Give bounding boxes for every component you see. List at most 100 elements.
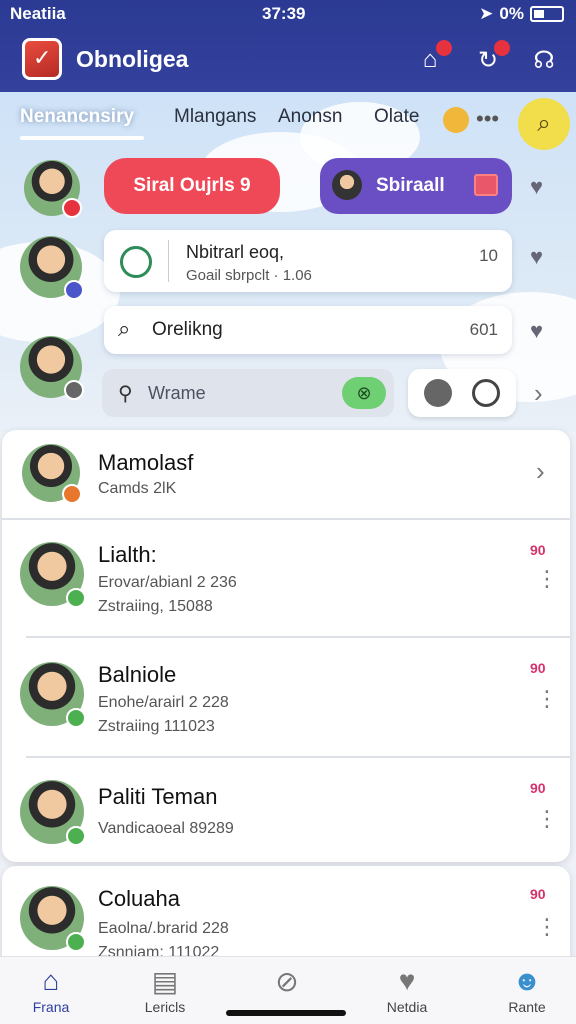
contact-sub: Enohe/arairl 2 228	[98, 694, 229, 711]
nav-media[interactable]: ♥ Netdia	[362, 965, 452, 1015]
filter-button[interactable]	[424, 379, 452, 407]
contact-name: Paliti Teman	[98, 784, 218, 809]
clock: 37:39	[262, 4, 306, 23]
status-right: ➤ 0%	[479, 4, 564, 24]
avatar[interactable]	[20, 236, 84, 300]
go-button[interactable]: ⊗	[342, 377, 386, 409]
divider	[2, 518, 570, 520]
avatar[interactable]	[20, 780, 86, 846]
contact-sub: Zstraiing, 15088	[98, 598, 213, 615]
search-input[interactable]: ⚲ Wrame ⊗	[102, 369, 394, 417]
result-label: Orelikng	[152, 319, 223, 340]
chat-icon: ☊	[533, 46, 555, 74]
heart-icon[interactable]: ♥	[530, 174, 543, 200]
message-card[interactable]: Nbitrarl eoq, Goail sbrpclt · 1.06 10	[104, 230, 512, 292]
search-placeholder: Wrame	[148, 383, 206, 403]
avatar	[332, 170, 362, 200]
contact-list: Mamolasf Camds 2lK › Lialth: Erovar/abia…	[2, 430, 570, 862]
more-vertical-icon[interactable]: ⋮	[536, 688, 558, 710]
more-vertical-icon[interactable]: ⋮	[536, 568, 558, 590]
avatar[interactable]	[22, 444, 82, 504]
control-group	[408, 369, 516, 417]
tab-item[interactable]: Anonsn	[278, 106, 342, 128]
app-title: Obnoligea	[76, 46, 189, 72]
purple-chip-label: Sbiraall	[376, 175, 445, 196]
red-chip-button[interactable]: Siral Oujrls 9	[104, 158, 280, 214]
contact-name: Lialth:	[98, 542, 157, 567]
battery-icon	[530, 6, 564, 22]
unread-count: 90	[530, 660, 546, 676]
status-bar: Neatiia 37:39 ➤ 0%	[0, 0, 576, 28]
home-button[interactable]: ⌂	[412, 40, 452, 78]
more-vertical-icon[interactable]: ⋮	[536, 808, 558, 830]
avatar[interactable]	[20, 336, 84, 400]
status-dot	[64, 380, 84, 400]
message-title: Nbitrarl eoq,	[186, 242, 285, 262]
contact-sub: Zstraiing 111023	[98, 718, 215, 735]
avatar[interactable]	[20, 542, 86, 608]
nav-center[interactable]: ⊘	[242, 965, 332, 999]
contact-name: Balniole	[98, 662, 177, 687]
nav-lists[interactable]: ▤ Lericls	[120, 965, 210, 1015]
card-icon	[474, 174, 498, 196]
avatar[interactable]	[20, 662, 86, 728]
search-result-card[interactable]: ⌕ Orelikng 601	[104, 306, 512, 354]
status-dot	[66, 826, 86, 846]
divider	[168, 240, 169, 282]
block-icon: ⊘	[275, 966, 299, 997]
carrier-label: Neatiia	[10, 4, 66, 23]
contact-name: Coluaha	[98, 886, 180, 911]
status-dot	[62, 198, 82, 218]
heart-icon[interactable]: ♥	[530, 244, 543, 270]
nav-label: Frana	[32, 999, 70, 1015]
search-button[interactable]: ⌕	[518, 98, 570, 150]
app-header: Neatiia 37:39 ➤ 0% Obnoligea ⌂ ↻ ☊	[0, 0, 576, 92]
home-indicator[interactable]	[226, 1010, 346, 1016]
contact-sub: Erovar/abianl 2 236	[98, 574, 237, 591]
ring-icon	[120, 246, 152, 278]
status-dot	[64, 280, 84, 300]
heart-icon: ♥	[398, 965, 416, 996]
chevron-right-icon[interactable]: ›	[536, 456, 545, 487]
nav-label: Rante	[508, 999, 546, 1015]
tab-active[interactable]: Nenancnsiry	[20, 106, 134, 128]
nav-home[interactable]: ⌂ Frana	[6, 965, 96, 1015]
notification-badge	[494, 40, 510, 56]
status-dot	[66, 932, 86, 952]
message-count: 10	[479, 246, 498, 265]
tab-indicator	[20, 136, 144, 140]
unread-count: 90	[530, 542, 546, 558]
divider	[26, 756, 570, 758]
avatar[interactable]	[24, 160, 82, 218]
status-dot	[66, 588, 86, 608]
heart-icon[interactable]: ♥	[530, 318, 543, 344]
info-button[interactable]	[472, 379, 500, 407]
contact-sub: Eaolna/.brarid 228	[98, 920, 229, 937]
refresh-button[interactable]: ↻	[470, 40, 510, 78]
unread-count: 90	[530, 780, 546, 796]
search-icon: ⌕	[118, 316, 131, 341]
purple-chip-button[interactable]: Sbiraall	[320, 158, 512, 214]
divider	[26, 636, 570, 638]
message-subtitle: Goail sbrpclt · 1.06	[186, 267, 312, 284]
contact-name: Mamolasf	[98, 450, 194, 475]
search-icon: ⌕	[537, 110, 551, 137]
chat-button[interactable]: ☊	[526, 42, 562, 78]
nav-profile[interactable]: ☻ Rante	[482, 965, 572, 1015]
nav-label: Netdia	[386, 999, 428, 1015]
chevron-right-icon[interactable]: ›	[534, 378, 543, 409]
location-icon: ➤	[479, 4, 494, 23]
contact-sub: Vandicaoeal 89289	[98, 820, 234, 837]
profile-icon: ☻	[512, 965, 542, 996]
emoji-badge-icon[interactable]	[443, 107, 469, 133]
app-logo	[22, 38, 62, 80]
tab-item[interactable]: Mlangans	[174, 106, 256, 128]
nav-label: Lericls	[144, 999, 186, 1015]
home-icon: ⌂	[422, 46, 438, 73]
more-icon[interactable]: •••	[476, 106, 499, 132]
more-vertical-icon[interactable]: ⋮	[536, 916, 558, 938]
tab-item[interactable]: Olate	[374, 106, 419, 128]
status-dot	[62, 484, 82, 504]
avatar[interactable]	[20, 886, 86, 952]
list-icon: ▤	[151, 966, 179, 997]
